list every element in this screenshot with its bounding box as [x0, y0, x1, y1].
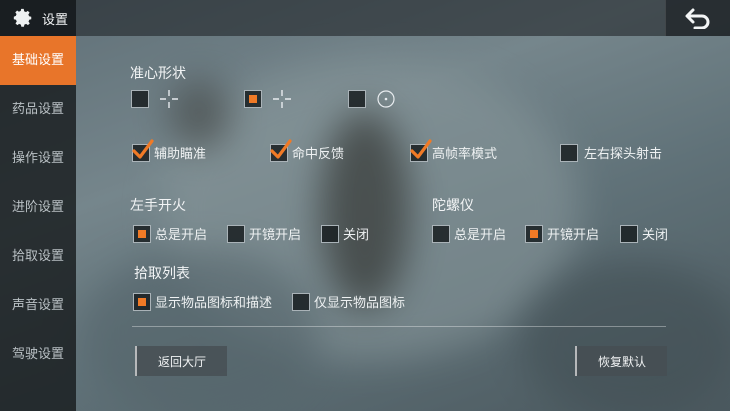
toggle-high-fps[interactable]: 高帧率模式	[410, 138, 498, 162]
left-fire-scope-label: 开镜开启	[249, 228, 302, 243]
circle-dot-crosshair-icon	[377, 90, 395, 108]
sidebar-item-sound[interactable]: 声音设置	[0, 281, 76, 330]
gyroscope-radio-scope[interactable]	[525, 224, 543, 243]
pickup-section-title: 拾取列表	[134, 266, 190, 282]
toggle-hit-feedback[interactable]: 命中反馈	[270, 138, 345, 162]
back-to-lobby-button[interactable]: 返回大厅	[135, 346, 227, 376]
aim-assist-checkbox[interactable]	[132, 138, 154, 162]
back-button[interactable]	[665, 0, 730, 36]
settings-panel: 准心形状 辅助瞄准 命中反馈 高帧率模式 左右探头射击 左手开火 总是开启 开镜…	[76, 36, 730, 411]
pickup-icon-only-label: 仅显示物品图标	[314, 296, 406, 311]
left-fire-option-scope[interactable]: 开镜开启	[227, 224, 301, 243]
left-fire-off-label: 关闭	[343, 228, 370, 243]
pickup-icon-desc-label: 显示物品图标和描述	[155, 296, 273, 311]
gyroscope-option-off[interactable]: 关闭	[620, 224, 668, 243]
sidebar-item-pickup[interactable]: 拾取设置	[0, 232, 76, 281]
left-fire-option-off[interactable]: 关闭	[321, 224, 369, 243]
sidebar-item-basic[interactable]: 基础设置	[0, 36, 76, 85]
gyroscope-option-always[interactable]: 总是开启	[432, 224, 506, 243]
left-fire-section-title: 左手开火	[130, 198, 186, 214]
crosshair-gap-icon	[273, 90, 291, 108]
left-fire-radio-scope[interactable]	[227, 224, 245, 243]
checkmark-icon	[270, 138, 292, 159]
sidebar-item-driving[interactable]: 驾驶设置	[0, 330, 76, 379]
pickup-option-icon-desc[interactable]: 显示物品图标和描述	[133, 292, 272, 311]
peek-shoot-checkbox[interactable]	[560, 143, 578, 162]
high-fps-label: 高帧率模式	[432, 147, 498, 162]
pickup-radio-icon-only[interactable]	[292, 292, 310, 311]
peek-shoot-label: 左右探头射击	[584, 147, 663, 162]
crosshair-radio-1[interactable]	[131, 90, 149, 108]
pickup-radio-icon-desc[interactable]	[133, 292, 151, 311]
gyroscope-radio-off[interactable]	[620, 224, 638, 243]
return-arrow-icon	[685, 8, 710, 29]
hit-feedback-label: 命中反馈	[292, 147, 345, 162]
left-fire-radio-off[interactable]	[321, 224, 339, 243]
crosshair-radio-3[interactable]	[348, 90, 366, 108]
settings-title-area: 设置	[0, 0, 76, 36]
crosshair-radio-2[interactable]	[244, 90, 262, 108]
reset-default-button[interactable]: 恢复默认	[575, 346, 667, 376]
gyroscope-option-scope[interactable]: 开镜开启	[525, 224, 599, 243]
hit-feedback-checkbox[interactable]	[270, 138, 292, 162]
checkmark-icon	[132, 138, 154, 159]
crosshair-section-title: 准心形状	[130, 66, 186, 82]
pickup-option-icon-only[interactable]: 仅显示物品图标	[292, 292, 405, 311]
top-bar: 设置	[0, 0, 730, 36]
sidebar-item-controls[interactable]: 操作设置	[0, 134, 76, 183]
gyroscope-radio-always[interactable]	[432, 224, 450, 243]
page-title: 设置	[42, 12, 69, 28]
toggle-peek-shoot[interactable]: 左右探头射击	[560, 143, 662, 162]
crosshair-option-2[interactable]	[244, 89, 292, 109]
gyroscope-scope-label: 开镜开启	[547, 228, 600, 243]
left-fire-radio-always[interactable]	[133, 224, 151, 243]
sidebar-item-medicine[interactable]: 药品设置	[0, 85, 76, 134]
crosshair-gap-icon	[160, 90, 178, 108]
crosshair-option-3[interactable]	[348, 89, 396, 109]
sidebar-item-advanced[interactable]: 进阶设置	[0, 183, 76, 232]
aim-assist-label: 辅助瞄准	[154, 147, 207, 162]
toggle-aim-assist[interactable]: 辅助瞄准	[132, 138, 207, 162]
gyroscope-always-label: 总是开启	[454, 228, 507, 243]
gyroscope-section-title: 陀螺仪	[432, 198, 474, 214]
left-fire-option-always[interactable]: 总是开启	[133, 224, 207, 243]
settings-sidebar: 基础设置 药品设置 操作设置 进阶设置 拾取设置 声音设置 驾驶设置	[0, 36, 76, 411]
section-divider	[132, 326, 666, 327]
high-fps-checkbox[interactable]	[410, 138, 432, 162]
crosshair-option-1[interactable]	[131, 89, 179, 109]
checkmark-icon	[410, 138, 432, 159]
gyroscope-off-label: 关闭	[642, 228, 669, 243]
left-fire-always-label: 总是开启	[155, 228, 208, 243]
gear-icon	[13, 8, 32, 27]
